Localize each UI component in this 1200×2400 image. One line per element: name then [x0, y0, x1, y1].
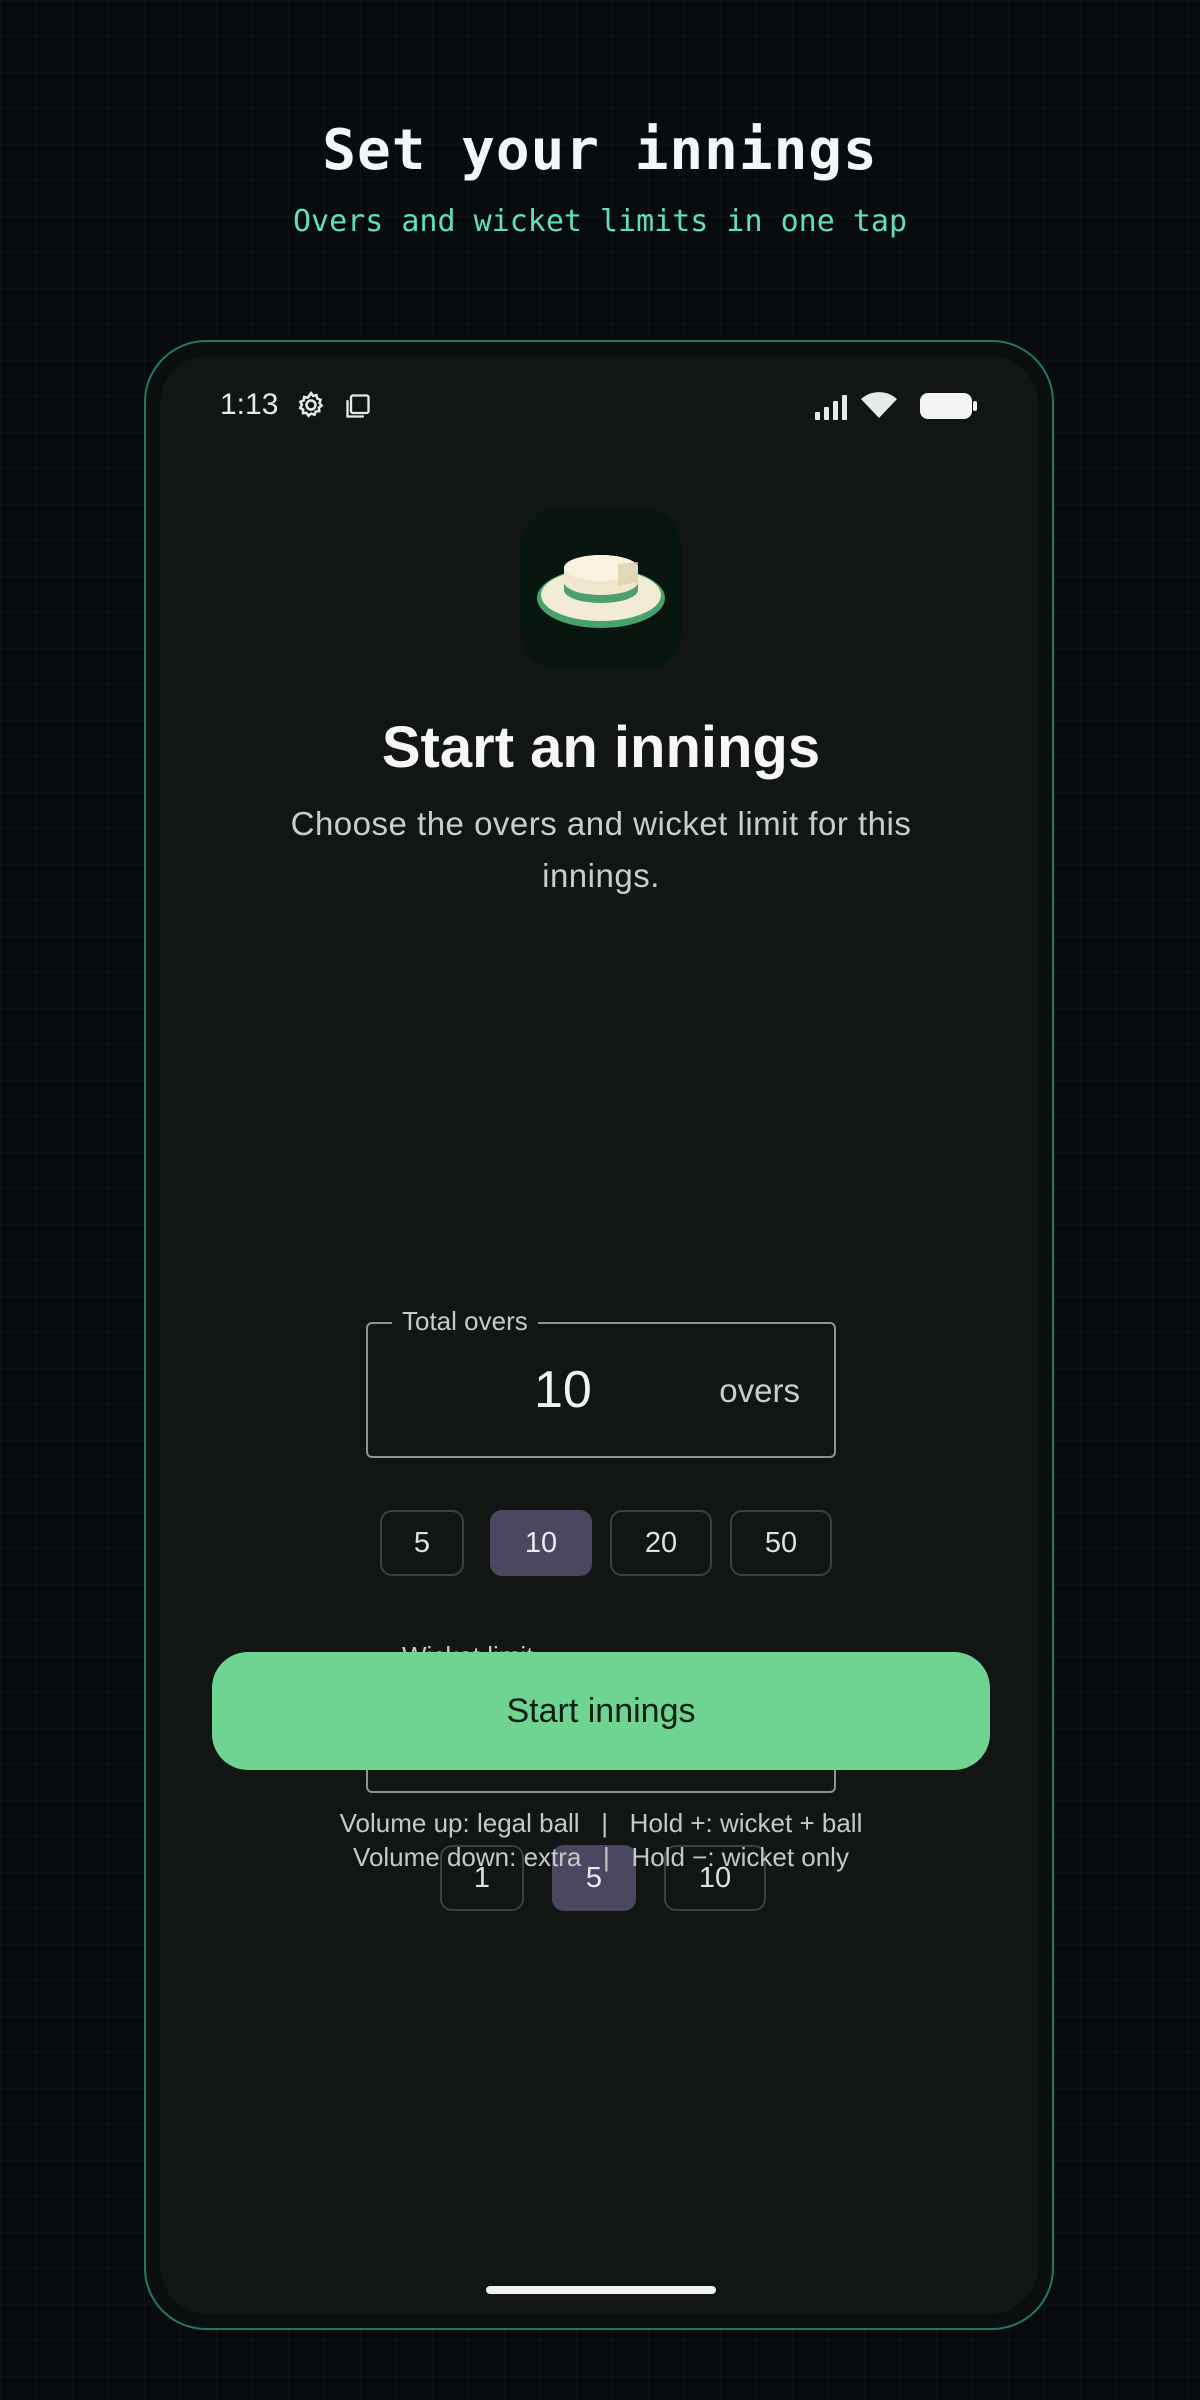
overs-preset-20[interactable]: 20 [610, 1510, 712, 1576]
total-overs-label: Total overs [392, 1306, 538, 1337]
total-overs-field[interactable]: Total overs 10 overs [366, 1306, 836, 1458]
signal-icon [815, 395, 847, 420]
overs-preset-10[interactable]: 10 [490, 1510, 592, 1576]
screen-title: Start an innings [381, 715, 821, 780]
screenshot-icon [346, 394, 370, 418]
promo-subheadline: Overs and wicket limits in one tap [292, 204, 908, 239]
total-overs-unit: overs [719, 1372, 800, 1409]
wifi-icon [861, 392, 897, 418]
cricket-hat-icon [537, 555, 665, 628]
start-innings-button[interactable]: Start innings [212, 1652, 990, 1770]
promo-headline: Set your innings [322, 118, 878, 183]
phone-screen: 1:13 Start an innings Choose the overs a… [160, 356, 1038, 2314]
screen-subtitle: Choose the overs and wicket limit for th… [290, 805, 912, 894]
volume-hint-line-2: Volume down: extra | Hold −: wicket only [353, 1842, 849, 1872]
total-overs-value[interactable]: 10 [534, 1360, 592, 1420]
overs-preset-5[interactable]: 5 [380, 1510, 464, 1576]
device-frame: 1:13 Start an innings Choose the overs a… [144, 340, 1054, 2330]
home-indicator[interactable] [486, 2286, 716, 2294]
battery-icon [920, 393, 977, 419]
volume-hint-line-1: Volume up: legal ball | Hold +: wicket +… [339, 1808, 863, 1838]
gear-icon [298, 390, 324, 418]
app-logo [520, 508, 682, 670]
overs-preset-50[interactable]: 50 [730, 1510, 832, 1576]
status-time: 1:13 [220, 388, 279, 421]
